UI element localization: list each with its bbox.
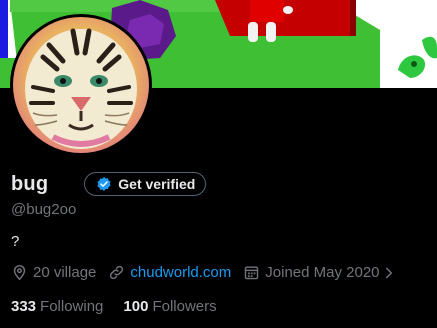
profile-meta-row: 20 village chudworld.com Joined May 2020 [11, 264, 413, 281]
link-icon [110, 265, 124, 280]
display-name: bug [11, 172, 49, 195]
following-label: Following [40, 298, 104, 315]
follow-stats-row: 333 Following 100 Followers [11, 298, 237, 315]
following-link[interactable]: 333 Following [11, 298, 103, 315]
following-count: 333 [11, 298, 37, 315]
tiger-avatar-image [13, 17, 149, 153]
chevron-right-icon[interactable] [382, 266, 396, 280]
joined-text: Joined May 2020 [265, 264, 380, 281]
calendar-icon [245, 266, 259, 280]
profile-handle: @bug2oo [11, 201, 77, 218]
website-link[interactable]: chudworld.com [130, 264, 231, 281]
profile-bio: ? [11, 233, 20, 250]
profile-name-row: bug Get verified [11, 170, 207, 198]
website-item: chudworld.com [108, 264, 231, 281]
get-verified-label: Get verified [118, 176, 196, 192]
followers-label: Followers [152, 298, 217, 315]
location-item: 20 village [11, 264, 96, 281]
location-text: 20 village [33, 264, 97, 281]
joined-item: Joined May 2020 [243, 264, 400, 281]
followers-count: 100 [123, 298, 149, 315]
followers-link[interactable]: 100 Followers [123, 298, 216, 315]
get-verified-button[interactable]: Get verified [84, 172, 207, 196]
location-pin-icon [13, 265, 26, 281]
verified-badge-icon [97, 177, 111, 191]
profile-avatar[interactable] [10, 14, 152, 156]
